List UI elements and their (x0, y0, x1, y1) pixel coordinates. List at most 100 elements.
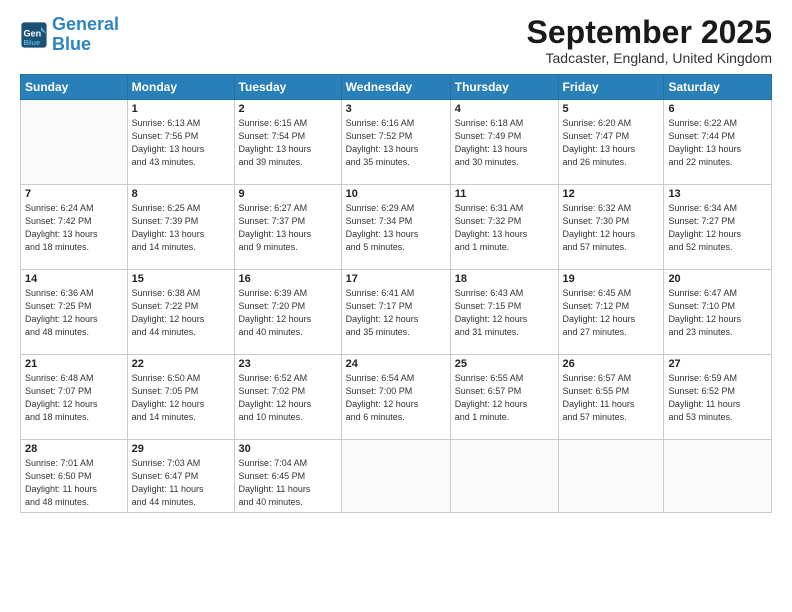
day-info: Sunrise: 6:20 AMSunset: 7:47 PMDaylight:… (563, 117, 660, 169)
day-number: 11 (455, 188, 554, 200)
svg-text:Gen: Gen (24, 28, 42, 38)
header-monday: Monday (127, 75, 234, 100)
day-info: Sunrise: 7:04 AMSunset: 6:45 PMDaylight:… (239, 457, 337, 509)
title-block: September 2025 Tadcaster, England, Unite… (527, 15, 772, 66)
day-number: 4 (455, 103, 554, 115)
day-info: Sunrise: 6:32 AMSunset: 7:30 PMDaylight:… (563, 202, 660, 254)
day-number: 1 (132, 103, 230, 115)
month-title: September 2025 (527, 15, 772, 50)
day-cell: 14 Sunrise: 6:36 AMSunset: 7:25 PMDayligh… (21, 270, 128, 355)
day-cell: 4 Sunrise: 6:18 AMSunset: 7:49 PMDaylight… (450, 100, 558, 185)
day-number: 15 (132, 273, 230, 285)
day-cell: 5 Sunrise: 6:20 AMSunset: 7:47 PMDaylight… (558, 100, 664, 185)
day-number: 28 (25, 443, 123, 455)
day-cell: 18 Sunrise: 6:43 AMSunset: 7:15 PMDayligh… (450, 270, 558, 355)
day-info: Sunrise: 6:36 AMSunset: 7:25 PMDaylight:… (25, 287, 123, 339)
day-number: 18 (455, 273, 554, 285)
day-number: 13 (668, 188, 767, 200)
day-number: 8 (132, 188, 230, 200)
calendar-table: Sunday Monday Tuesday Wednesday Thursday… (20, 74, 772, 513)
logo-icon: Gen Blue (20, 21, 48, 49)
day-cell: 25Sunrise: 6:55 AMSunset: 6:57 PMDayligh… (450, 355, 558, 440)
day-info: Sunrise: 6:43 AMSunset: 7:15 PMDaylight:… (455, 287, 554, 339)
logo: Gen Blue General Blue (20, 15, 119, 55)
day-cell (341, 440, 450, 513)
day-info: Sunrise: 6:34 AMSunset: 7:27 PMDaylight:… (668, 202, 767, 254)
day-number: 19 (563, 273, 660, 285)
day-number: 17 (346, 273, 446, 285)
day-info: Sunrise: 6:22 AMSunset: 7:44 PMDaylight:… (668, 117, 767, 169)
day-number: 10 (346, 188, 446, 200)
day-cell: 30 Sunrise: 7:04 AMSunset: 6:45 PMDayligh… (234, 440, 341, 513)
day-number: 21 (25, 358, 123, 370)
day-number: 3 (346, 103, 446, 115)
day-number: 14 (25, 273, 123, 285)
day-number: 6 (668, 103, 767, 115)
day-cell: 10 Sunrise: 6:29 AMSunset: 7:34 PMDayligh… (341, 185, 450, 270)
header-friday: Friday (558, 75, 664, 100)
header-row: Gen Blue General Blue September 2025 Tad… (20, 15, 772, 66)
day-cell (558, 440, 664, 513)
day-info: Sunrise: 6:27 AMSunset: 7:37 PMDaylight:… (239, 202, 337, 254)
day-number: 7 (25, 188, 123, 200)
day-number: 27 (668, 358, 767, 370)
day-info: Sunrise: 6:45 AMSunset: 7:12 PMDaylight:… (563, 287, 660, 339)
week-row-1: 1 Sunrise: 6:13 AMSunset: 7:56 PMDaylight… (21, 100, 772, 185)
day-cell: 8 Sunrise: 6:25 AMSunset: 7:39 PMDaylight… (127, 185, 234, 270)
day-info: Sunrise: 6:31 AMSunset: 7:32 PMDaylight:… (455, 202, 554, 254)
day-cell: 19 Sunrise: 6:45 AMSunset: 7:12 PMDayligh… (558, 270, 664, 355)
logo-line1: General (52, 14, 119, 34)
day-number: 24 (346, 358, 446, 370)
day-info: Sunrise: 6:57 AMSunset: 6:55 PMDaylight:… (563, 372, 660, 424)
day-info: Sunrise: 6:38 AMSunset: 7:22 PMDaylight:… (132, 287, 230, 339)
day-info: Sunrise: 6:47 AMSunset: 7:10 PMDaylight:… (668, 287, 767, 339)
day-cell: 2Sunrise: 6:15 AMSunset: 7:54 PMDaylight… (234, 100, 341, 185)
day-number: 9 (239, 188, 337, 200)
day-info: Sunrise: 6:48 AMSunset: 7:07 PMDaylight:… (25, 372, 123, 424)
calendar-header: Sunday Monday Tuesday Wednesday Thursday… (21, 75, 772, 100)
day-cell (450, 440, 558, 513)
day-cell: 23 Sunrise: 6:52 AMSunset: 7:02 PMDayligh… (234, 355, 341, 440)
day-info: Sunrise: 7:03 AMSunset: 6:47 PMDaylight:… (132, 457, 230, 509)
header-thursday: Thursday (450, 75, 558, 100)
day-info: Sunrise: 6:18 AMSunset: 7:49 PMDaylight:… (455, 117, 554, 169)
day-cell: 7 Sunrise: 6:24 AMSunset: 7:42 PMDaylight… (21, 185, 128, 270)
day-info: Sunrise: 6:39 AMSunset: 7:20 PMDaylight:… (239, 287, 337, 339)
day-info: Sunrise: 6:15 AMSunset: 7:54 PMDaylight:… (239, 117, 337, 169)
day-cell: 22Sunrise: 6:50 AMSunset: 7:05 PMDayligh… (127, 355, 234, 440)
day-info: Sunrise: 6:24 AMSunset: 7:42 PMDaylight:… (25, 202, 123, 254)
day-info: Sunrise: 6:25 AMSunset: 7:39 PMDaylight:… (132, 202, 230, 254)
day-number: 30 (239, 443, 337, 455)
day-cell: 11 Sunrise: 6:31 AMSunset: 7:32 PMDayligh… (450, 185, 558, 270)
day-cell: 27 Sunrise: 6:59 AMSunset: 6:52 PMDayligh… (664, 355, 772, 440)
day-info: Sunrise: 6:41 AMSunset: 7:17 PMDaylight:… (346, 287, 446, 339)
day-cell: 6 Sunrise: 6:22 AMSunset: 7:44 PMDaylight… (664, 100, 772, 185)
day-info: Sunrise: 6:16 AMSunset: 7:52 PMDaylight:… (346, 117, 446, 169)
day-number: 23 (239, 358, 337, 370)
day-cell: 20Sunrise: 6:47 AMSunset: 7:10 PMDayligh… (664, 270, 772, 355)
day-cell (21, 100, 128, 185)
day-number: 26 (563, 358, 660, 370)
day-number: 5 (563, 103, 660, 115)
day-number: 25 (455, 358, 554, 370)
header-saturday: Saturday (664, 75, 772, 100)
day-info: Sunrise: 6:29 AMSunset: 7:34 PMDaylight:… (346, 202, 446, 254)
calendar-body: 1 Sunrise: 6:13 AMSunset: 7:56 PMDaylight… (21, 100, 772, 513)
day-cell: 3 Sunrise: 6:16 AMSunset: 7:52 PMDaylight… (341, 100, 450, 185)
day-info: Sunrise: 6:13 AMSunset: 7:56 PMDaylight:… (132, 117, 230, 169)
week-row-3: 14 Sunrise: 6:36 AMSunset: 7:25 PMDayligh… (21, 270, 772, 355)
day-info: Sunrise: 6:59 AMSunset: 6:52 PMDaylight:… (668, 372, 767, 424)
day-info: Sunrise: 6:52 AMSunset: 7:02 PMDaylight:… (239, 372, 337, 424)
day-cell: 13 Sunrise: 6:34 AMSunset: 7:27 PMDayligh… (664, 185, 772, 270)
day-cell: 17 Sunrise: 6:41 AMSunset: 7:17 PMDayligh… (341, 270, 450, 355)
header-row-days: Sunday Monday Tuesday Wednesday Thursday… (21, 75, 772, 100)
day-info: Sunrise: 6:54 AMSunset: 7:00 PMDaylight:… (346, 372, 446, 424)
week-row-2: 7 Sunrise: 6:24 AMSunset: 7:42 PMDaylight… (21, 185, 772, 270)
day-number: 29 (132, 443, 230, 455)
day-number: 16 (239, 273, 337, 285)
day-cell: 15 Sunrise: 6:38 AMSunset: 7:22 PMDayligh… (127, 270, 234, 355)
day-number: 22 (132, 358, 230, 370)
header-wednesday: Wednesday (341, 75, 450, 100)
day-cell: 26 Sunrise: 6:57 AMSunset: 6:55 PMDayligh… (558, 355, 664, 440)
calendar-container: Gen Blue General Blue September 2025 Tad… (0, 0, 792, 523)
